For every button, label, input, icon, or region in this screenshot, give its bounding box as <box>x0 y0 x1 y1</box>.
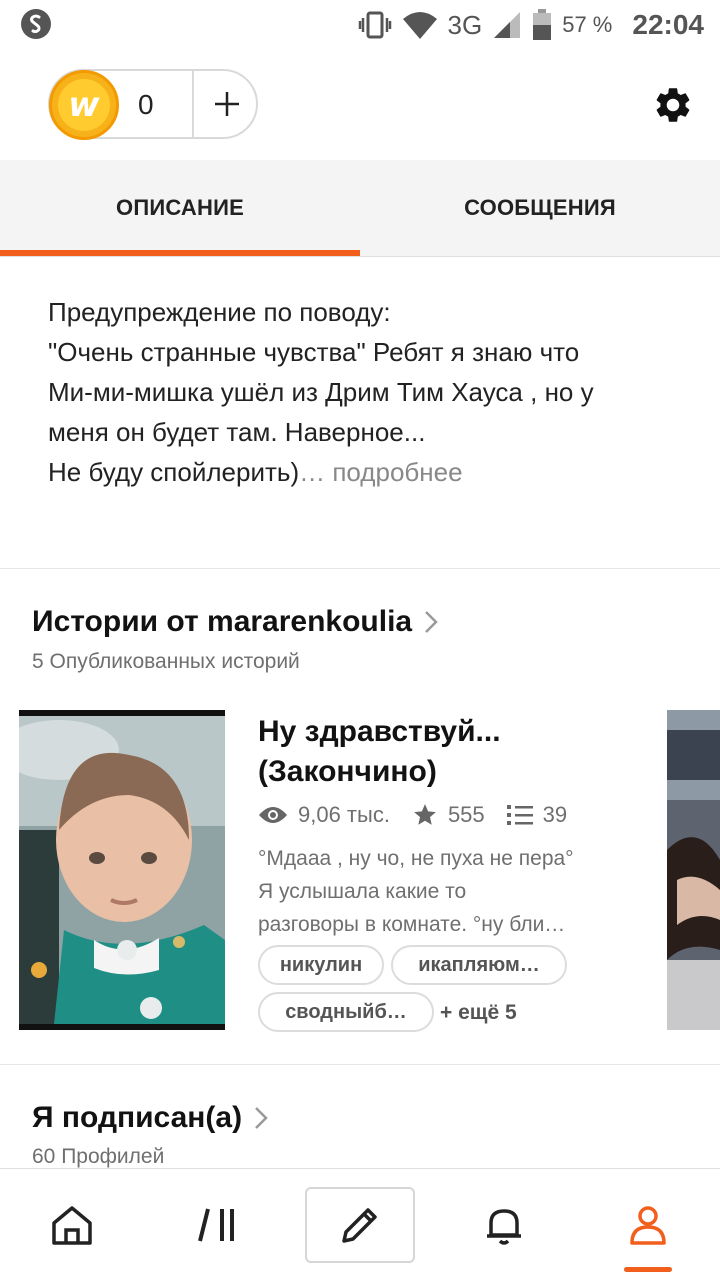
tab-messages[interactable]: СООБЩЕНИЯ <box>360 160 720 256</box>
votes-count: 555 <box>447 802 485 827</box>
coin-letter: w <box>58 79 110 131</box>
tag-chip[interactable]: никулин <box>258 945 384 985</box>
next-cover-illustration <box>667 710 720 1030</box>
description-line: меня он будет там. Наверное... <box>48 417 426 447</box>
battery-icon <box>533 9 552 40</box>
coin-divider <box>192 71 194 137</box>
reads-count: 9,06 тыс. <box>298 802 390 827</box>
nav-home[interactable] <box>17 1187 127 1263</box>
plus-icon <box>215 92 239 116</box>
tag-chip[interactable]: икапляюм… <box>391 945 567 985</box>
parts-count: 39 <box>542 802 568 827</box>
story-description: °Мдааа , ну чо, не пуха не пера° Я услыш… <box>258 842 638 941</box>
pencil-icon <box>342 1208 377 1243</box>
description-line: "Очень странные чувства" Ребят я знаю чт… <box>48 337 580 367</box>
votes-stat: 555 <box>412 802 485 828</box>
following-section-header[interactable]: Я подписан(а) <box>32 1101 268 1135</box>
home-icon <box>52 1206 92 1245</box>
active-tab-indicator <box>624 1267 672 1272</box>
following-section-title: Я подписан(а) <box>32 1101 243 1134</box>
vibrate-icon <box>358 11 391 39</box>
list-icon <box>506 805 533 825</box>
star-icon <box>414 804 436 825</box>
nav-notifications[interactable] <box>449 1187 559 1263</box>
following-count: 60 Профилей <box>32 1145 165 1168</box>
read-more-link[interactable]: подробнее <box>332 457 462 487</box>
tab-description[interactable]: ОПИСАНИЕ <box>0 160 360 256</box>
profile-tabs: ОПИСАНИЕ СООБЩЕНИЯ <box>0 160 720 257</box>
stories-count: 5 Опубликованных историй <box>32 650 300 673</box>
eye-icon <box>259 807 287 823</box>
coin-balance[interactable]: w 0 <box>48 69 258 140</box>
story-title[interactable]: Ну здравствуй... (Закончино) <box>258 712 658 792</box>
more-tags-link[interactable]: + ещё 5 <box>440 1001 517 1025</box>
top-bar: w 0 <box>0 60 720 160</box>
chevron-right-icon <box>255 1107 268 1129</box>
cover-illustration <box>19 710 225 1030</box>
description-line: Не буду спойлерить) <box>48 457 300 487</box>
story-title-line: Ну здравствуй... <box>258 715 501 748</box>
story-cover-image[interactable] <box>19 710 225 1030</box>
coin-count: 0 <box>138 89 154 120</box>
add-coins-button[interactable] <box>196 71 258 137</box>
divider <box>0 1064 720 1065</box>
stories-section-title: Истории от mararenkoulia <box>32 605 413 638</box>
story-stats: 9,06 тыс. 555 39 <box>258 800 589 830</box>
wifi-icon <box>402 12 437 39</box>
tag-chip[interactable]: сводныйб… <box>258 992 434 1032</box>
coin-icon: w <box>49 70 119 140</box>
story-description-line: Я услышала какие то <box>258 880 467 903</box>
story-description-line: разговоры в комнате. °ну бли… <box>258 913 566 936</box>
story-title-line: (Закончино) <box>258 755 437 788</box>
chevron-right-icon <box>425 611 438 633</box>
status-bar: 3G 57 % 22:04 <box>0 0 720 50</box>
description-last-line: Не буду спойлерить)… подробнее <box>48 452 678 492</box>
library-icon <box>198 1208 234 1242</box>
network-type: 3G <box>447 9 483 40</box>
description-line: Предупреждение по поводу: <box>48 297 391 327</box>
parts-stat: 39 <box>506 802 568 828</box>
story-description-line: °Мдааа , ну чо, не пуха не пера° <box>258 847 574 870</box>
gear-icon[interactable] <box>652 84 694 126</box>
next-story-cover[interactable] <box>667 710 720 1030</box>
description-ellipsis: … <box>299 457 326 487</box>
stories-section-header[interactable]: Истории от mararenkoulia <box>32 605 438 639</box>
nav-write[interactable] <box>305 1187 415 1263</box>
profile-description: Предупреждение по поводу: "Очень странны… <box>48 292 678 492</box>
battery-level: 57 % <box>562 12 613 37</box>
divider <box>0 568 720 569</box>
bell-icon <box>487 1209 521 1245</box>
bottom-navigation <box>0 1168 720 1280</box>
nav-profile[interactable] <box>593 1187 703 1263</box>
profile-icon <box>630 1206 666 1245</box>
nav-library[interactable] <box>163 1187 273 1263</box>
shazam-icon <box>21 9 51 39</box>
reads-stat: 9,06 тыс. <box>258 802 390 828</box>
signal-icon <box>494 12 521 38</box>
description-line: Ми-ми-мишка ушёл из Дрим Тим Хауса , но … <box>48 377 594 407</box>
clock: 22:04 <box>632 9 704 40</box>
